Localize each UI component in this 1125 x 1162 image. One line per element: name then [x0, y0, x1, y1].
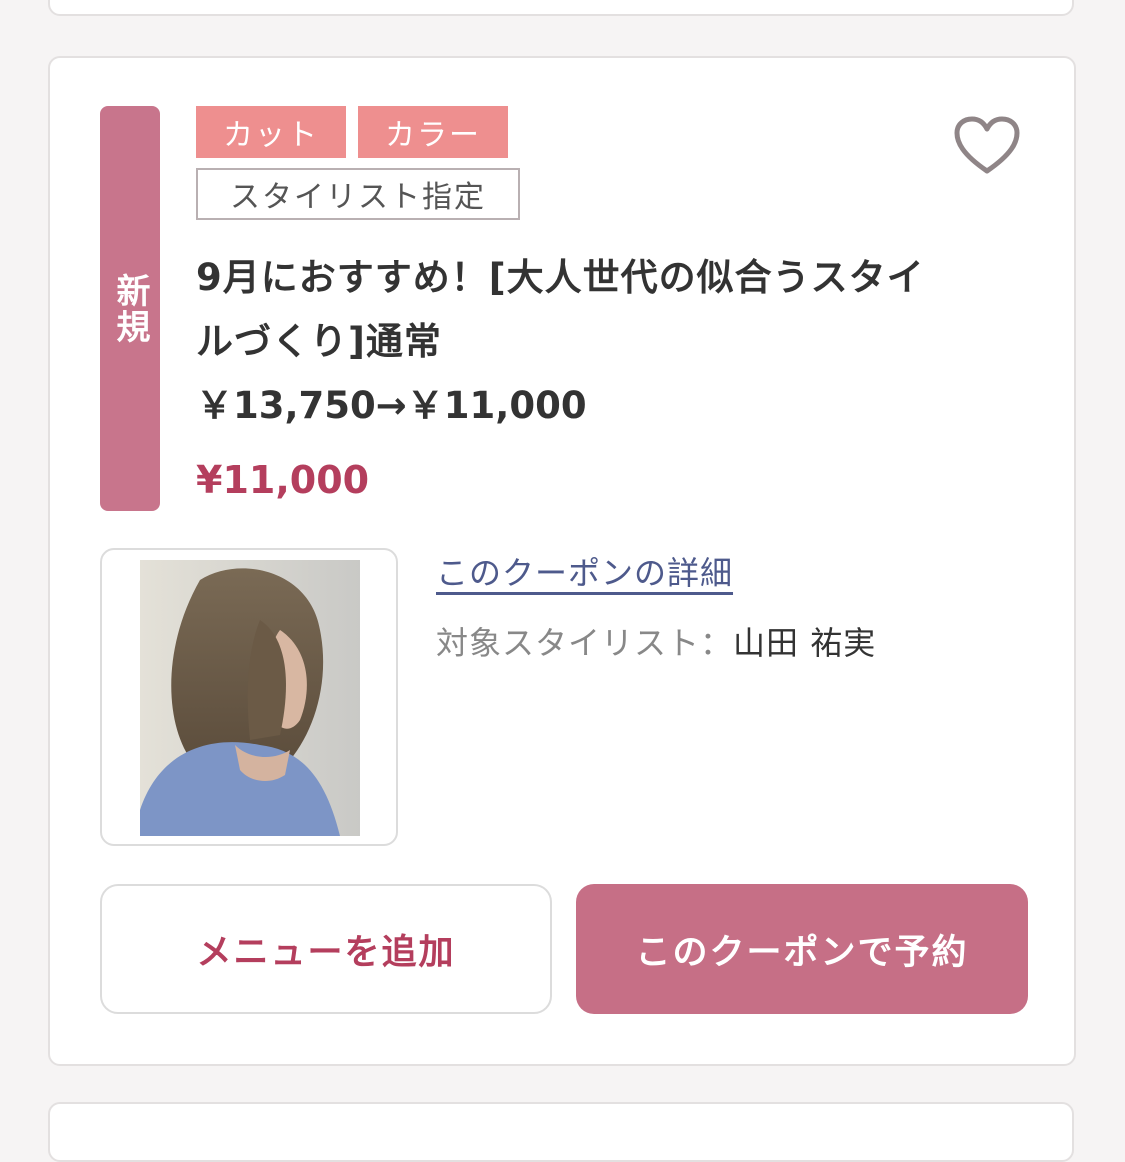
- coupon-title: 9月におすすめ！[大人世代の似合うスタイルづくり]通常: [196, 256, 925, 363]
- coupon-detail-link[interactable]: このクーポンの詳細: [436, 548, 733, 598]
- style-photo-frame: [100, 548, 398, 846]
- coupon-card: 新規 カット カラー スタイリスト指定 9月におすすめ！[大人世代の似合うスタイ…: [48, 56, 1076, 1066]
- reserve-with-coupon-button[interactable]: このクーポンで予約: [576, 884, 1028, 1014]
- stylist-name: 山田 祐実: [733, 624, 877, 662]
- tag-cut: カット: [196, 106, 346, 158]
- price-comparison: ￥13,750→￥11,000: [196, 384, 587, 427]
- stylist-label: 対象スタイリスト：: [436, 624, 734, 662]
- style-photo: [140, 560, 360, 836]
- tag-stylist-designation: スタイリスト指定: [196, 168, 520, 220]
- tag-color: カラー: [358, 106, 508, 158]
- previous-coupon-card: [48, 0, 1074, 16]
- add-menu-button[interactable]: メニューを追加: [100, 884, 552, 1014]
- coupon-price: ¥11,000: [196, 458, 370, 502]
- new-customer-badge: 新規: [100, 106, 160, 511]
- target-stylist: 対象スタイリスト：山田 祐実: [436, 618, 876, 668]
- next-coupon-card: [48, 1102, 1074, 1162]
- heart-outline-icon[interactable]: [954, 116, 1020, 176]
